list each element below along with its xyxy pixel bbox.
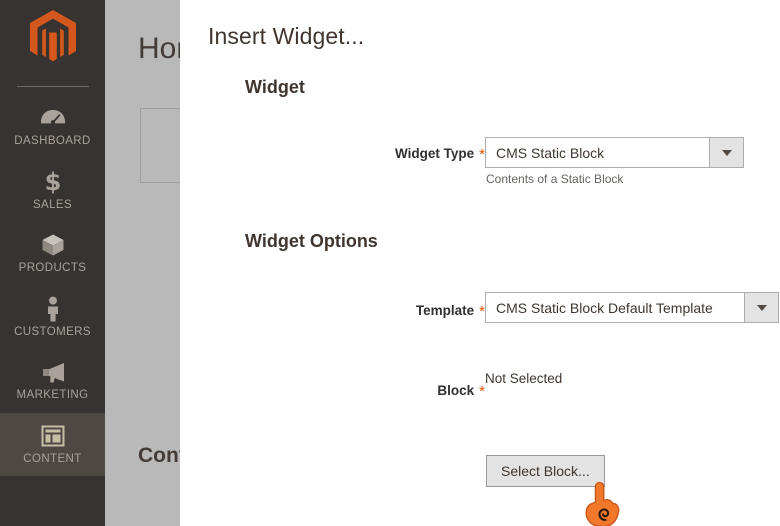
sidebar-nav-list: DASHBOARD $ SALES PRODUCTS CUSTOMERS MAR… [0,95,105,476]
section-heading-widget-options: Widget Options [245,231,378,251]
box-icon [41,232,65,258]
insert-widget-modal: Insert Widget... Widget Widget Type * CMS… [180,0,780,526]
section-heading-widget: Widget [245,77,305,97]
magento-logo-icon [28,10,78,66]
sidebar-item-label: PRODUCTS [18,262,87,274]
block-value: Not Selected [485,371,563,386]
widget-type-label: Widget Type * [395,146,485,163]
template-select[interactable]: CMS Static Block Default Template [485,292,779,323]
sidebar-item-label: DASHBOARD [14,135,91,147]
sidebar-item-content[interactable]: CONTENT [0,412,105,476]
magento-logo[interactable] [0,0,105,76]
sidebar-item-dashboard[interactable]: DASHBOARD [0,95,105,159]
chevron-down-icon[interactable] [744,293,778,322]
person-icon [44,296,62,322]
sidebar-item-products[interactable]: PRODUCTS [0,222,105,286]
megaphone-icon [40,359,66,385]
sidebar-item-customers[interactable]: CUSTOMERS [0,286,105,350]
sidebar-item-marketing[interactable]: MARKETING [0,349,105,413]
svg-text:$: $ [45,169,61,195]
block-label: Block * [437,383,485,400]
chevron-down-icon[interactable] [709,138,743,167]
widget-type-select[interactable]: CMS Static Block [485,137,744,168]
dashboard-gauge-icon [40,105,66,131]
sidebar-item-label: CONTENT [23,452,82,465]
template-value: CMS Static Block Default Template [496,299,713,316]
sidebar-divider [16,86,89,87]
widget-type-note: Contents of a Static Block [486,172,624,186]
screen: Home Page Content [0,0,780,526]
template-label: Template * [415,303,485,320]
sidebar-item-label: SALES [32,198,73,211]
sidebar-item-label: MARKETING [16,389,89,401]
select-block-button[interactable]: Select Block... [486,455,605,488]
modal-title: Insert Widget... [208,23,365,49]
dollar-sign-icon: $ [45,169,61,195]
page-layout-icon [41,423,65,449]
sidebar-item-label: CUSTOMERS [14,325,91,338]
sidebar-item-sales[interactable]: $ SALES [0,159,105,223]
admin-sidebar: DASHBOARD $ SALES PRODUCTS CUSTOMERS MAR… [0,0,105,526]
widget-type-value: CMS Static Block [496,144,605,161]
